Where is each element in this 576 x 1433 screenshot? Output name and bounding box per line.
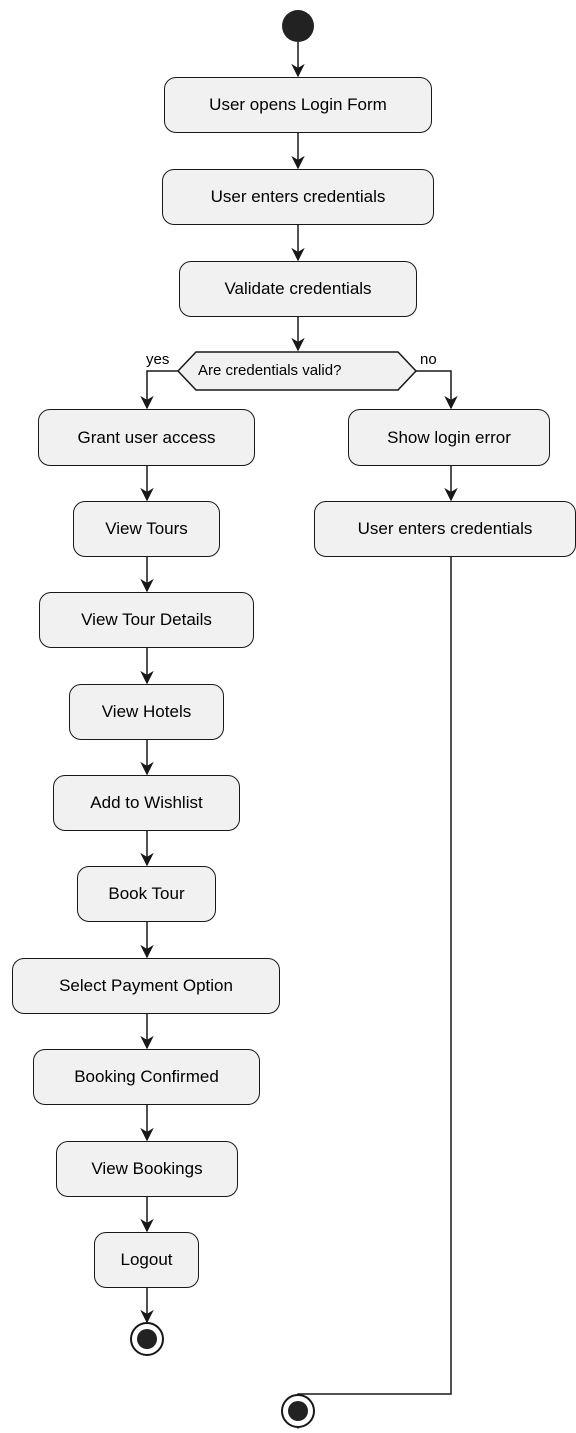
node-add-wishlist: Add to Wishlist (53, 775, 240, 831)
node-booking-confirmed: Booking Confirmed (33, 1049, 260, 1105)
end-node-left (130, 1322, 164, 1356)
decision-question: Are credentials valid? (198, 362, 342, 379)
node-reenter-credentials: User enters credentials (314, 501, 576, 557)
node-enter-credentials: User enters credentials (162, 169, 434, 225)
node-logout: Logout (94, 1232, 199, 1288)
end-node-right (281, 1394, 315, 1428)
node-validate-credentials: Validate credentials (179, 261, 417, 317)
node-view-bookings: View Bookings (56, 1141, 238, 1197)
node-view-tours: View Tours (73, 501, 220, 557)
node-show-login-error: Show login error (348, 409, 550, 466)
node-grant-access: Grant user access (38, 409, 255, 466)
decision-no-label: no (420, 351, 437, 368)
activity-diagram: User opens Login Form User enters creden… (0, 0, 576, 1433)
decision-yes-label: yes (146, 351, 170, 368)
arrow-no-branch (416, 370, 458, 410)
node-select-payment: Select Payment Option (12, 958, 280, 1014)
node-open-login: User opens Login Form (164, 77, 432, 133)
arrow-reenter-to-end (291, 557, 452, 1430)
start-node (282, 10, 314, 42)
node-book-tour: Book Tour (77, 866, 216, 922)
node-view-hotels: View Hotels (69, 684, 224, 740)
arrow-yes-branch (140, 370, 178, 410)
node-view-tour-details: View Tour Details (39, 592, 254, 648)
